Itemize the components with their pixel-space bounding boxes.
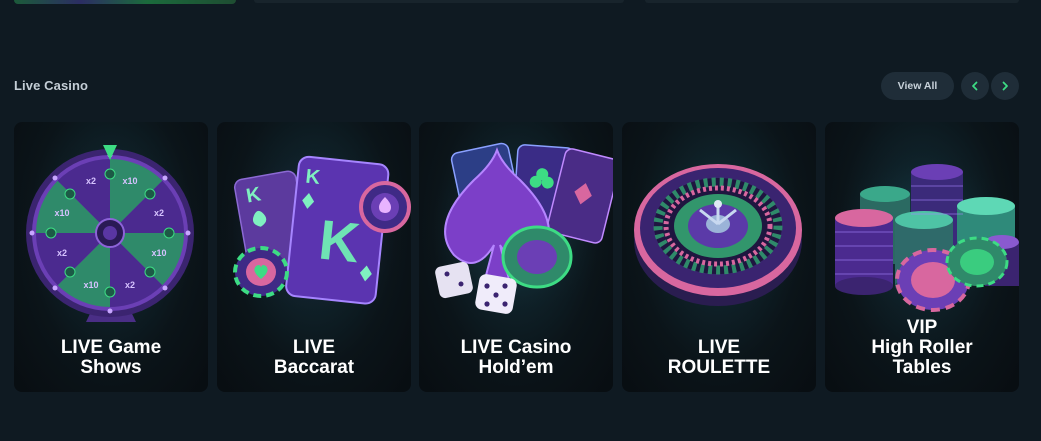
roulette-wheel-icon — [624, 142, 814, 322]
game-card-live-baccarat[interactable]: K K K LIVE Baccarat — [217, 122, 411, 392]
card-title: LIVE Game Shows — [60, 337, 162, 378]
wheel-of-fortune-icon: x2 x10 x2 x10 x2 x10 x2 x10 — [16, 137, 206, 322]
game-card-live-casino-holdem[interactable]: LIVE Casino Hold’em — [419, 122, 613, 392]
playing-cards-icon: K K K — [219, 142, 411, 322]
card-title: VIP High Roller Tables — [871, 317, 973, 378]
view-all-button[interactable]: View All — [881, 72, 954, 100]
spade-dice-icon — [421, 142, 613, 322]
wheel-label: x2 — [125, 280, 135, 290]
game-card-live-game-shows[interactable]: x2 x10 x2 x10 x2 x10 x2 x10 LIVE Game Sh… — [14, 122, 208, 392]
section-title: Live Casino — [14, 78, 89, 93]
card-letter: K — [316, 208, 363, 275]
game-card-vip-high-roller-tables[interactable]: VIP High Roller Tables — [825, 122, 1019, 392]
game-card-live-roulette[interactable]: LIVE ROULETTE — [622, 122, 816, 392]
next-button[interactable] — [991, 72, 1019, 100]
chevron-left-icon — [972, 81, 978, 91]
chevron-right-icon — [1002, 81, 1008, 91]
previous-card — [254, 0, 624, 3]
previous-card — [645, 0, 1019, 3]
chip-stacks-icon — [827, 142, 1019, 322]
live-casino-carousel: x2 x10 x2 x10 x2 x10 x2 x10 LIVE Game Sh… — [14, 122, 1019, 392]
card-title: LIVE Casino Hold’em — [460, 337, 572, 378]
wheel-label: x2 — [154, 208, 164, 218]
card-title: LIVE Baccarat — [273, 337, 355, 378]
wheel-label: x2 — [86, 176, 96, 186]
wheel-label: x10 — [83, 280, 98, 290]
live-casino-header: Live Casino View All — [14, 72, 1019, 100]
wheel-label: x10 — [54, 208, 69, 218]
previous-banner-image — [14, 0, 236, 4]
wheel-label: x2 — [57, 248, 67, 258]
wheel-label: x10 — [151, 248, 166, 258]
previous-button[interactable] — [961, 72, 989, 100]
card-letter: K — [305, 166, 322, 189]
wheel-label: x10 — [122, 176, 137, 186]
previous-section-strip — [0, 0, 1041, 6]
card-title: LIVE ROULETTE — [667, 337, 771, 378]
